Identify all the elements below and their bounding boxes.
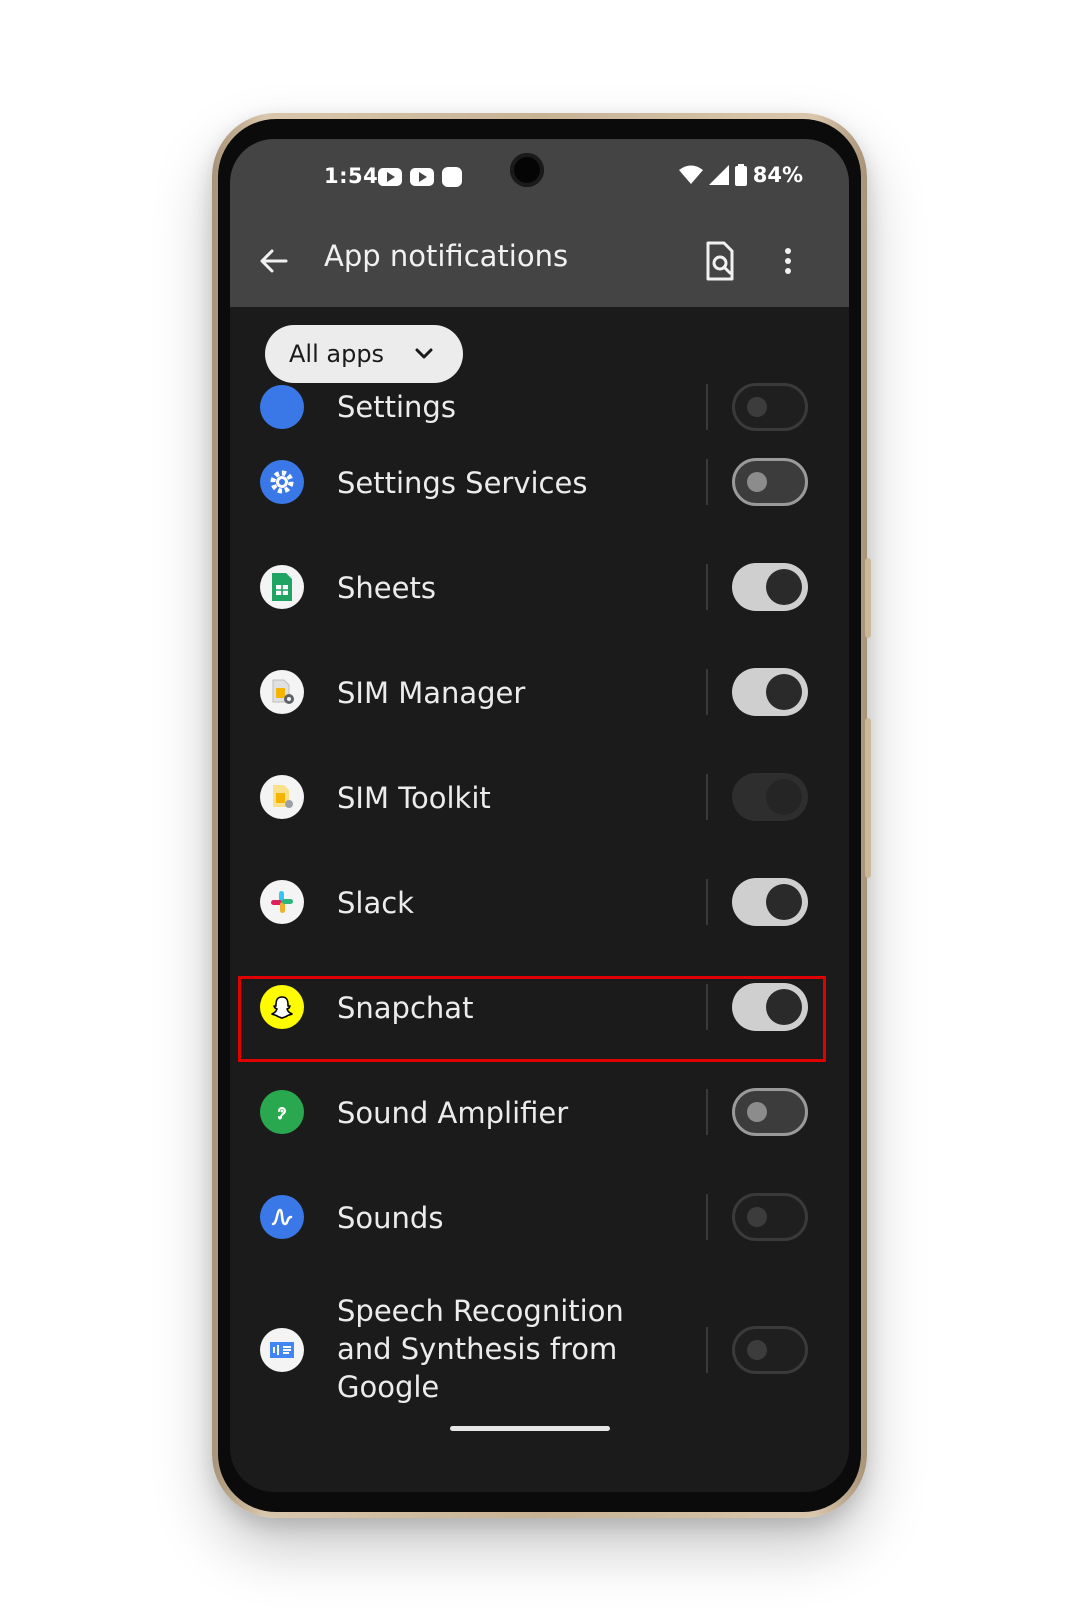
- snapchat-highlight-box: [238, 976, 826, 1062]
- sheets-icon: [260, 565, 304, 609]
- more-options-icon[interactable]: [776, 239, 800, 283]
- divider: [706, 669, 708, 715]
- list-item[interactable]: SIM Manager: [230, 640, 849, 745]
- system-icons: 84%: [678, 163, 803, 187]
- app-name: Settings Services: [337, 466, 588, 500]
- divider: [706, 459, 708, 505]
- notification-toggle[interactable]: [732, 458, 808, 506]
- list-item[interactable]: Speech Recognition and Synthesis from Go…: [230, 1270, 849, 1430]
- list-item[interactable]: Sheets: [230, 535, 849, 640]
- divider: [706, 879, 708, 925]
- list-item[interactable]: Settings Services: [230, 430, 849, 535]
- screen: 1:54 84% App notifications All apps Sett…: [230, 139, 849, 1492]
- battery-percent: 84%: [752, 163, 803, 187]
- status-bar: 1:54 84%: [230, 139, 849, 215]
- sounds-icon: [260, 1195, 304, 1239]
- notification-toggle[interactable]: [732, 563, 808, 611]
- notification-toggle[interactable]: [732, 1193, 808, 1241]
- list-item[interactable]: Sounds: [230, 1165, 849, 1270]
- signal-icon: [708, 165, 729, 185]
- page-title: App notifications: [324, 239, 569, 273]
- speech-services-icon: [260, 1328, 304, 1372]
- sim-manager-icon: [260, 670, 304, 714]
- app-notification-icon: [442, 167, 462, 187]
- sim-toolkit-icon: [260, 775, 304, 819]
- volume-button: [865, 718, 871, 878]
- notification-toggle[interactable]: [732, 1326, 808, 1374]
- notification-toggle[interactable]: [732, 1088, 808, 1136]
- home-indicator[interactable]: [450, 1426, 610, 1431]
- notification-toggle[interactable]: [732, 668, 808, 716]
- phone-frame: 1:54 84% App notifications All apps Sett…: [212, 113, 871, 1518]
- divider: [706, 564, 708, 610]
- app-name: Speech Recognition and Synthesis from Go…: [337, 1294, 624, 1404]
- settings-icon: [260, 385, 304, 429]
- notification-icons: [378, 167, 462, 187]
- battery-icon: [734, 164, 747, 186]
- slack-icon: [260, 880, 304, 924]
- app-name: Sounds: [337, 1201, 444, 1235]
- sound-amplifier-icon: [260, 1090, 304, 1134]
- app-name: Sheets: [337, 571, 436, 605]
- divider: [706, 1327, 708, 1373]
- app-name: Sound Amplifier: [337, 1096, 569, 1130]
- divider: [706, 774, 708, 820]
- search-in-page-icon[interactable]: [700, 237, 740, 285]
- divider: [706, 1194, 708, 1240]
- notification-toggle[interactable]: [732, 773, 808, 821]
- divider: [706, 1089, 708, 1135]
- notification-toggle[interactable]: [732, 878, 808, 926]
- front-camera: [510, 153, 544, 187]
- app-bar: App notifications: [230, 215, 849, 307]
- divider: [706, 384, 708, 430]
- back-arrow-icon[interactable]: [252, 239, 296, 283]
- settings-gear-icon: [260, 460, 304, 504]
- app-name: Slack: [337, 886, 414, 920]
- list-item[interactable]: SIM Toolkit: [230, 745, 849, 850]
- notification-toggle[interactable]: [732, 383, 808, 431]
- power-button: [865, 558, 871, 638]
- wifi-icon: [678, 165, 703, 184]
- youtube-icon: [410, 168, 434, 186]
- app-name: SIM Toolkit: [337, 781, 491, 815]
- list-item[interactable]: Sound Amplifier: [230, 1060, 849, 1165]
- youtube-icon: [378, 168, 402, 186]
- status-time: 1:54: [324, 164, 379, 188]
- app-name: SIM Manager: [337, 676, 526, 710]
- app-name: Settings: [337, 390, 456, 424]
- list-item[interactable]: Slack: [230, 850, 849, 955]
